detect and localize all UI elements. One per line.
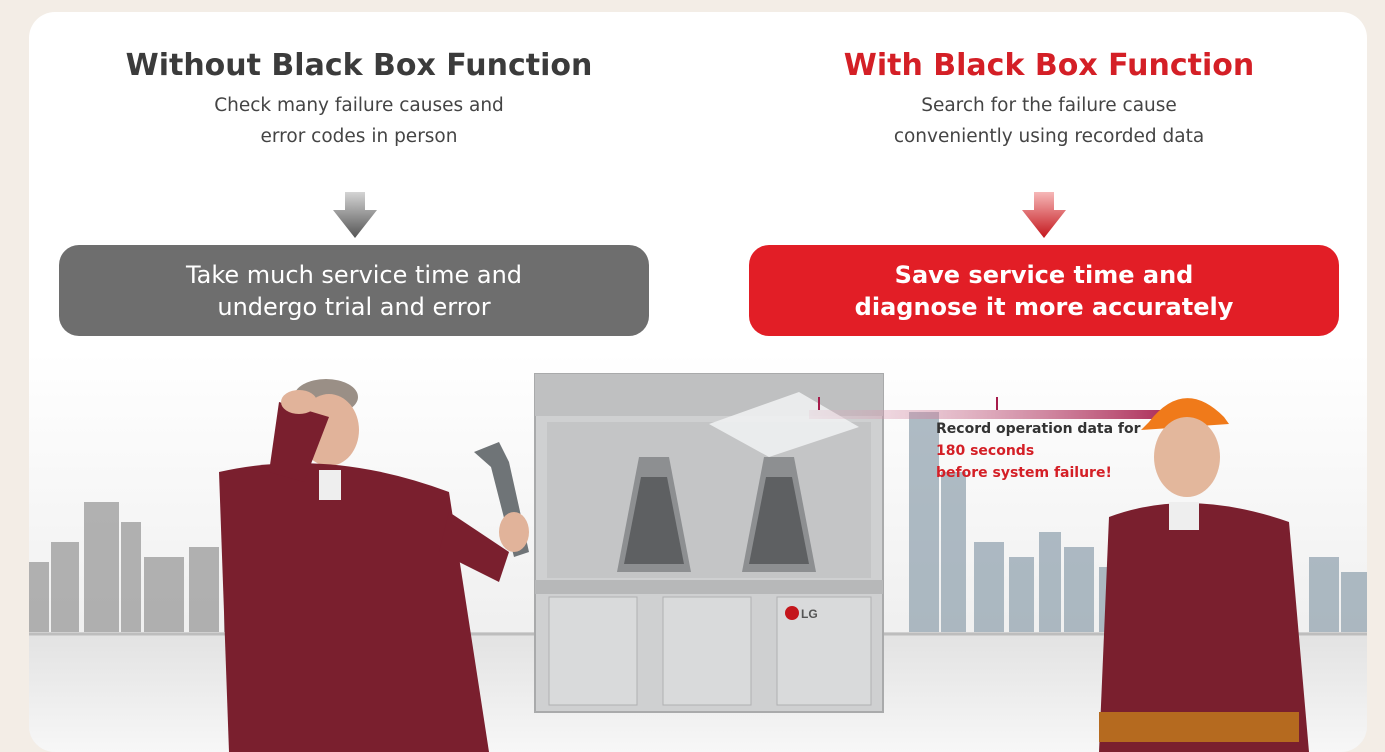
callout-line-3: before system failure! bbox=[936, 465, 1112, 481]
without-result-banner: Take much service time and undergo trial… bbox=[59, 245, 649, 336]
with-subtitle: Search for the failure cause convenientl… bbox=[893, 95, 1205, 147]
down-arrow-icon bbox=[1022, 192, 1066, 238]
comparison-card: Without Black Box Function Check many fa… bbox=[29, 12, 1367, 752]
rooftop-illustration: LG bbox=[29, 352, 1367, 752]
without-black-box-header: Without Black Box Function Check many fa… bbox=[59, 46, 659, 152]
lg-logo: LG bbox=[801, 607, 818, 621]
callout-line-2: 180 seconds bbox=[936, 443, 1035, 459]
with-title: With Black Box Function bbox=[843, 48, 1255, 83]
with-black-box-header: With Black Box Function Search for the f… bbox=[749, 46, 1349, 152]
down-arrow-icon bbox=[333, 192, 377, 238]
record-callout: Record operation data for 180 seconds be… bbox=[936, 418, 1141, 484]
outdoor-unit: LG bbox=[534, 373, 884, 713]
without-subtitle: Check many failure causes and error code… bbox=[214, 95, 504, 147]
callout-line-1: Record operation data for bbox=[936, 421, 1141, 437]
with-result-banner: Save service time and diagnose it more a… bbox=[749, 245, 1339, 336]
without-title: Without Black Box Function bbox=[125, 48, 593, 83]
